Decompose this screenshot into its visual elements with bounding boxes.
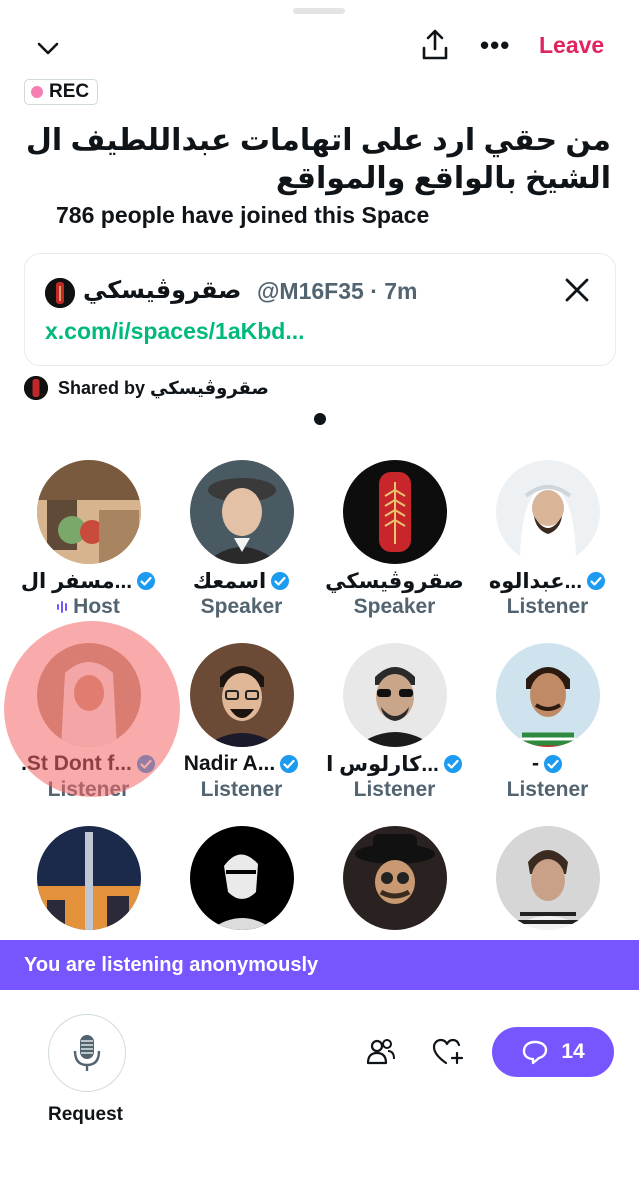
participant-role: Listener [200, 778, 283, 801]
participant-name: كارلوس ا... [318, 751, 471, 777]
joined-count: 786 people have joined this Space [56, 202, 430, 228]
comment-bubble-icon [523, 1040, 548, 1065]
reply-count: 14 [561, 1040, 585, 1063]
tweet-card[interactable]: صقروڤيسكي @M16F35 · 7m x.com/i/spaces/1a… [24, 253, 616, 366]
participant-avatar [189, 460, 294, 564]
rec-badge: REC [24, 79, 99, 105]
participant-avatar [495, 460, 600, 564]
chevron-down-icon[interactable] [34, 34, 62, 62]
participant-avatar [342, 460, 447, 564]
microphone-icon [73, 1035, 101, 1071]
rec-dot-icon [31, 86, 43, 98]
bottom-bar: Request 14 [0, 990, 639, 1200]
participant-name: - [471, 751, 624, 777]
participant-name: اسمعك [165, 568, 318, 594]
verified-badge-icon [544, 755, 562, 773]
participant-name: .St Dont f... [12, 751, 165, 777]
audio-level-icon [57, 601, 68, 613]
request-label[interactable]: Request [48, 1104, 123, 1126]
participant-avatar [189, 643, 294, 747]
verified-badge-icon [136, 755, 155, 773]
react-heart-plus-icon[interactable] [432, 1037, 464, 1067]
share-icon[interactable] [420, 28, 450, 62]
verified-badge-icon [587, 572, 606, 590]
participant-avatar [189, 826, 294, 930]
top-bar: ••• Leave [0, 28, 639, 68]
participant-card[interactable] [318, 826, 471, 930]
participant-role: Listener [506, 778, 589, 801]
participant-avatar [36, 826, 141, 930]
participant-role: Speaker [200, 595, 283, 618]
participant-card[interactable] [12, 826, 165, 930]
space-link[interactable]: x.com/i/spaces/1aKbd... [45, 318, 305, 345]
participant-avatar [342, 643, 447, 747]
space-title: من حقي ارد على اتهامات عبداللطيف ال الشي… [25, 124, 611, 195]
participant-card[interactable] [471, 826, 624, 930]
replies-button[interactable]: 14 [492, 1027, 614, 1077]
participant-card[interactable]: عبدالوه... Listener [471, 460, 624, 620]
anonymous-banner: You are listening anonymously [0, 940, 639, 990]
participant-card[interactable]: Nadir A... Listener [165, 643, 318, 803]
shared-by-label: Shared by صقروڤيسكي [58, 377, 269, 398]
participant-card[interactable] [165, 826, 318, 930]
tweet-author-handle: @M16F35 · 7m [257, 278, 418, 304]
more-options-icon[interactable]: ••• [480, 30, 510, 60]
participant-name: Nadir A... [165, 751, 318, 777]
participant-role: Speaker [353, 595, 436, 618]
x-logo-icon [565, 278, 589, 302]
leave-button[interactable]: Leave [539, 32, 604, 59]
verified-badge-icon [271, 572, 290, 590]
participant-role: Listener [506, 595, 589, 618]
request-mic-button[interactable] [48, 1014, 126, 1092]
participant-avatar [36, 643, 141, 747]
rec-label: REC [49, 81, 90, 102]
participant-avatar [495, 643, 600, 747]
participant-name: صقروڤيسكي [325, 569, 464, 593]
tweet-author-avatar[interactable] [45, 278, 75, 308]
participant-role: Listener [47, 778, 130, 801]
participant-avatar [342, 826, 447, 930]
participant-role: Listener [353, 778, 436, 801]
shared-by-avatar [24, 376, 48, 400]
tweet-author-name[interactable]: صقروڤيسكي [83, 276, 241, 305]
verified-badge-icon [443, 755, 462, 773]
participant-card[interactable]: - Listener [471, 643, 624, 803]
participant-card[interactable]: اسمعك Speaker [165, 460, 318, 620]
participant-card[interactable]: .St Dont f... Listener [12, 643, 165, 803]
people-icon[interactable] [366, 1037, 396, 1067]
participant-role: Host [12, 594, 165, 620]
page-indicator [314, 413, 326, 425]
participant-name: مسفر ال... [12, 568, 165, 594]
sheet-grabber[interactable] [293, 8, 345, 14]
verified-badge-icon [137, 572, 156, 590]
shared-by: Shared by صقروڤيسكي [24, 376, 269, 400]
participant-card[interactable]: صقروڤيسكي Speaker [318, 460, 471, 620]
participant-card[interactable]: مسفر ال... Host [12, 460, 165, 620]
participant-avatar [495, 826, 600, 930]
participant-name: عبدالوه... [471, 568, 624, 594]
participant-card[interactable]: كارلوس ا... Listener [318, 643, 471, 803]
participant-avatar [36, 460, 141, 564]
verified-badge-icon [280, 755, 299, 773]
